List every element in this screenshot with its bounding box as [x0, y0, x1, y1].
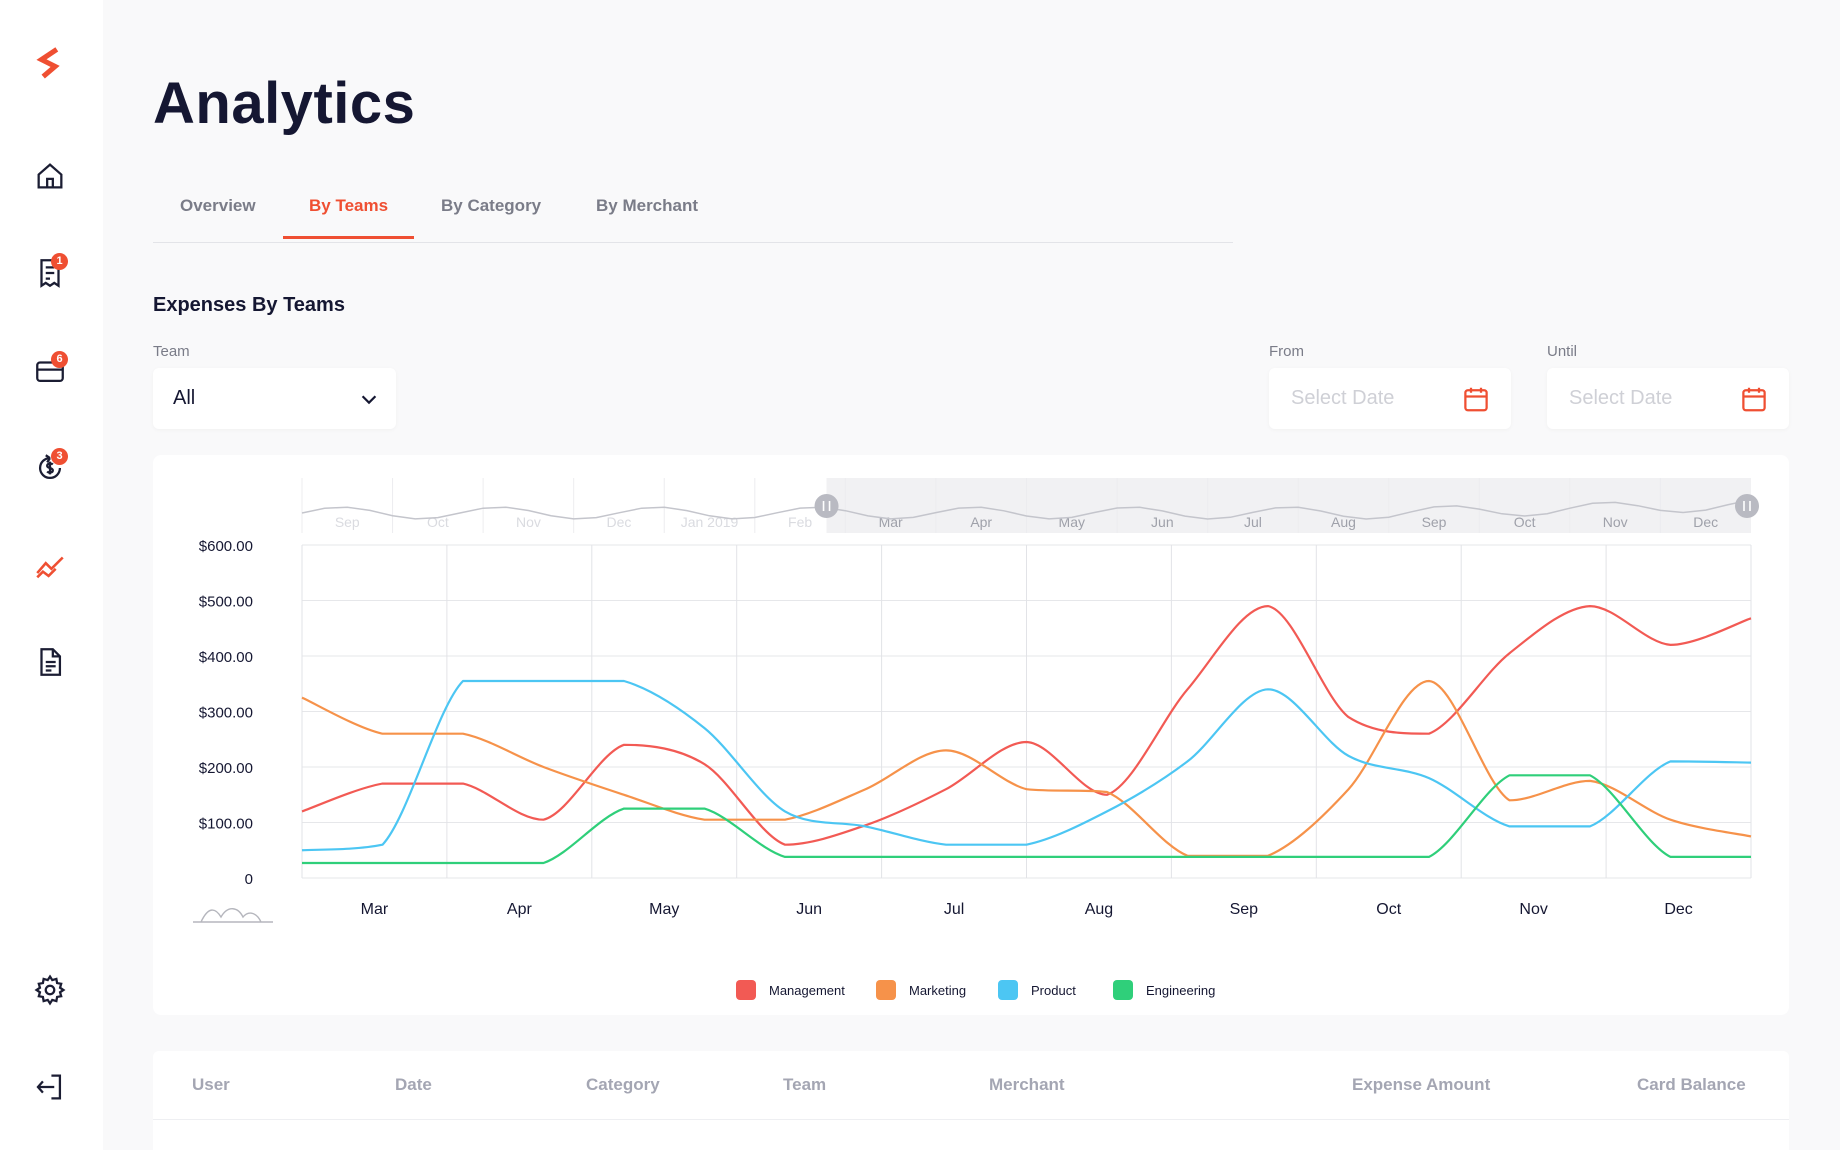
navigator-label: Nov: [516, 514, 541, 530]
y-tick-label: $500.00: [199, 594, 253, 611]
navigator-label: Sep: [1422, 514, 1447, 530]
column-header-merchant[interactable]: Merchant: [989, 1075, 1065, 1095]
legend-swatch-management: [736, 980, 756, 1000]
receipt-icon[interactable]: 1: [28, 251, 72, 295]
legend-swatch-engineering: [1113, 980, 1133, 1000]
settings-icon[interactable]: [28, 968, 72, 1012]
team-select[interactable]: All: [153, 368, 396, 429]
tab-overview[interactable]: Overview: [180, 196, 256, 238]
calendar-icon[interactable]: [1461, 384, 1491, 414]
logo-icon[interactable]: [28, 41, 72, 85]
navigator-label: Apr: [970, 514, 992, 530]
until-label: Until: [1547, 343, 1578, 360]
navigator-label: Jun: [1151, 514, 1174, 530]
team-select-value: All: [173, 387, 196, 409]
expenses-chart-card: Sep Oct Nov Dec Jan 2019 Feb Mar Apr May Jun Jul Au…: [153, 455, 1789, 1015]
logout-icon[interactable]: [28, 1065, 72, 1109]
x-tick-label: Apr: [507, 901, 533, 918]
tab-bar: Overview By Teams By Category By Merchan…: [153, 178, 1233, 243]
refund-icon[interactable]: 3: [28, 446, 72, 490]
x-tick-label: Dec: [1664, 901, 1692, 918]
y-tick-label: $600.00: [199, 538, 253, 555]
column-header-team[interactable]: Team: [783, 1075, 826, 1095]
tab-by-merchant[interactable]: By Merchant: [596, 196, 698, 238]
until-date-input[interactable]: Select Date: [1547, 368, 1789, 429]
section-title: Expenses By Teams: [153, 294, 345, 316]
column-header-date[interactable]: Date: [395, 1075, 432, 1095]
x-tick-label: Aug: [1085, 901, 1113, 918]
sidebar: 1 6 3: [0, 0, 103, 1150]
navigator-label: Mar: [879, 514, 903, 530]
y-tick-label: $300.00: [199, 705, 253, 722]
home-icon[interactable]: [28, 154, 72, 198]
page-title: Analytics: [153, 71, 416, 136]
chevron-down-icon: [361, 395, 377, 405]
receipt-badge: 1: [51, 253, 68, 270]
column-header-category[interactable]: Category: [586, 1075, 660, 1095]
column-header-user[interactable]: User: [192, 1075, 230, 1095]
navigator-label: Dec: [607, 514, 632, 530]
expenses-table-header: User Date Category Team Merchant Expense…: [153, 1051, 1789, 1119]
card-icon[interactable]: 6: [28, 349, 72, 393]
from-label: From: [1269, 343, 1304, 360]
column-header-card-balance[interactable]: Card Balance: [1637, 1075, 1746, 1095]
y-tick-label: $100.00: [199, 816, 253, 833]
y-tick-label: $400.00: [199, 649, 253, 666]
x-tick-label: Jun: [796, 901, 822, 918]
navigator-label: Feb: [788, 514, 812, 530]
navigator-label: Sep: [335, 514, 360, 530]
tab-by-teams[interactable]: By Teams: [282, 196, 415, 239]
analytics-icon[interactable]: [28, 544, 72, 588]
legend-label-product: Product: [1031, 983, 1076, 998]
refund-badge: 3: [51, 448, 68, 465]
navigator-right-handle: [1735, 494, 1759, 518]
document-icon[interactable]: [28, 640, 72, 684]
expenses-table-body: [153, 1119, 1789, 1150]
y-tick-label: 0: [245, 871, 253, 888]
tab-by-category[interactable]: By Category: [441, 196, 541, 238]
x-tick-label: Nov: [1519, 901, 1547, 918]
x-tick-label: Sep: [1230, 901, 1259, 918]
column-header-expense-amount[interactable]: Expense Amount: [1352, 1075, 1490, 1095]
legend-label-management: Management: [769, 983, 845, 998]
card-badge: 6: [51, 351, 68, 368]
x-tick-label: Oct: [1376, 901, 1401, 918]
legend-label-engineering: Engineering: [1146, 983, 1215, 998]
until-date-placeholder: Select Date: [1569, 387, 1673, 409]
zoom-reset-icon: [193, 908, 273, 923]
navigator-left-handle: [814, 494, 839, 518]
team-label: Team: [153, 343, 190, 360]
expenses-line-chart[interactable]: Sep Oct Nov Dec Jan 2019 Feb Mar Apr May Jun Jul Au…: [153, 455, 1789, 1015]
x-tick-label: Jul: [944, 901, 964, 918]
y-tick-label: $200.00: [199, 760, 253, 777]
x-tick-label: Mar: [361, 901, 389, 918]
calendar-icon[interactable]: [1739, 384, 1769, 414]
navigator-label: Nov: [1603, 514, 1628, 530]
legend-label-marketing: Marketing: [909, 983, 966, 998]
from-date-input[interactable]: Select Date: [1269, 368, 1511, 429]
x-tick-label: May: [649, 901, 679, 918]
navigator-label: Dec: [1693, 514, 1718, 530]
navigator-label: May: [1059, 514, 1085, 530]
navigator-label: Jul: [1244, 514, 1262, 530]
from-date-placeholder: Select Date: [1291, 387, 1395, 409]
legend-swatch-product: [998, 980, 1018, 1000]
legend-swatch-marketing: [876, 980, 896, 1000]
